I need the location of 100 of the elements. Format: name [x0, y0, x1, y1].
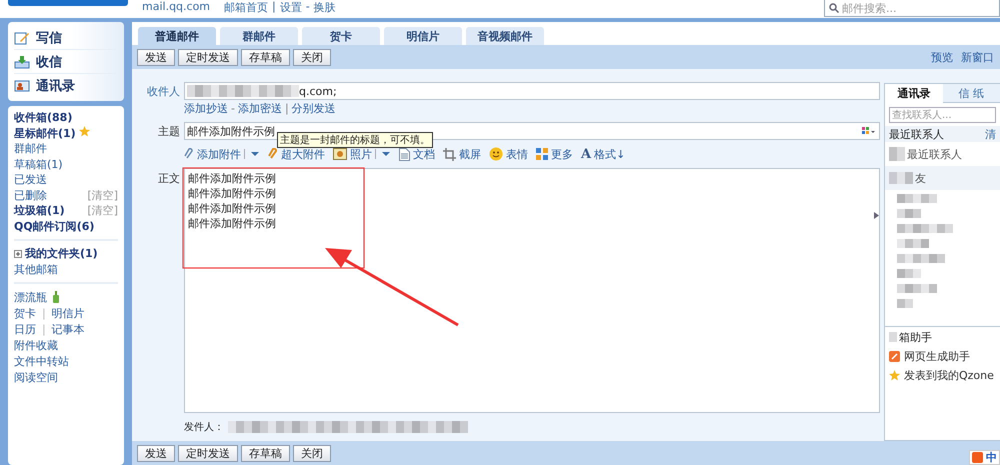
recipient-link[interactable]: 添加密送 — [238, 101, 282, 116]
editor-tool[interactable]: 截屏 — [459, 146, 481, 162]
header-link[interactable]: 设置 — [280, 0, 302, 15]
folder-item[interactable]: 其他邮箱 — [14, 262, 58, 277]
field-label: 发件人： — [184, 421, 224, 434]
toolbar-button[interactable]: 关闭 — [293, 444, 331, 462]
header-link[interactable]: | — [272, 0, 276, 15]
star-icon — [78, 126, 90, 138]
field-label: 正文 — [157, 171, 181, 187]
toolbar-link[interactable]: 预览 — [931, 50, 953, 64]
blurred-text — [897, 209, 921, 218]
recipient-link[interactable]: 添加抄送 — [184, 101, 228, 116]
compose-tab[interactable]: 群邮件 — [220, 27, 298, 45]
bottle-icon — [53, 291, 59, 303]
star-icon — [889, 370, 900, 381]
document-icon — [399, 148, 410, 160]
stationery-icon — [862, 127, 876, 135]
folder-item[interactable]: 已发送 — [14, 172, 47, 188]
expand-icon[interactable] — [14, 250, 22, 258]
compose-tab[interactable]: 明信片 — [384, 27, 462, 45]
helper-link[interactable]: 网页生成助手 — [904, 349, 970, 364]
sidebar-action[interactable]: 通讯录 — [36, 76, 75, 94]
tool-link[interactable]: 记事本 — [52, 322, 85, 336]
folder-item[interactable]: 群邮件 — [14, 141, 47, 156]
sidebar-action[interactable]: 写信 — [36, 28, 62, 46]
blurred-text — [897, 194, 937, 203]
folder-item[interactable]: 已删除 — [14, 188, 47, 203]
collapse-handle-icon[interactable] — [874, 212, 879, 219]
separator-text: | — [284, 102, 289, 115]
tool-link[interactable]: 漂流瓶 — [14, 290, 47, 304]
toolbar-button[interactable]: 存草稿 — [241, 444, 290, 462]
dropdown-icon[interactable] — [244, 149, 260, 159]
inbox-icon — [14, 54, 30, 68]
folder-item[interactable]: 垃圾箱(1) — [14, 203, 65, 218]
blurred-text — [897, 224, 953, 233]
smiley-icon — [489, 147, 503, 161]
folder-item[interactable]: 收件箱(88) — [14, 110, 72, 126]
blurred-text — [897, 239, 929, 248]
folder-item[interactable]: 草稿箱(1) — [14, 156, 63, 172]
pencil-icon — [14, 30, 30, 44]
blurred-text — [889, 332, 897, 342]
dropdown-icon[interactable] — [375, 149, 391, 159]
editor-tool[interactable]: 表情 — [506, 146, 528, 162]
ime-toolbar[interactable]: 中 — [969, 450, 1000, 465]
header-link[interactable]: 邮箱首页 — [224, 0, 268, 15]
tool-link[interactable]: 明信片 — [52, 306, 85, 320]
editor-tool[interactable]: 文档 — [413, 146, 435, 162]
folder-item[interactable]: 星标邮件(1) — [14, 126, 76, 141]
folder-item[interactable]: 我的文件夹(1) — [25, 246, 98, 262]
compose-tab[interactable]: 普通邮件 — [138, 27, 216, 45]
tool-link[interactable]: 日历 — [14, 322, 36, 336]
header-link[interactable]: - — [306, 0, 310, 15]
compose-tab[interactable]: 贺卡 — [302, 27, 380, 45]
blurred-text — [889, 172, 913, 184]
contact-card-icon — [14, 78, 30, 92]
editor-tool[interactable]: 超大附件 — [281, 146, 325, 162]
editor-tool[interactable]: 更多 — [551, 146, 573, 162]
tool-link[interactable]: 文件中转站 — [14, 354, 69, 368]
group-title: 友 — [915, 170, 926, 186]
toolbar-button[interactable]: 定时发送 — [178, 48, 238, 66]
separator-text: | — [42, 322, 46, 336]
photo-icon — [333, 148, 347, 160]
toolbar-button[interactable]: 定时发送 — [178, 444, 238, 462]
recipient-field[interactable]: q.com; — [184, 82, 880, 100]
recipient-link[interactable]: 分别发送 — [292, 101, 336, 116]
editor-tool[interactable]: 格式↓ — [594, 146, 626, 162]
toolbar-button[interactable]: 存草稿 — [241, 48, 290, 66]
panel-tab[interactable]: 信 纸 — [942, 84, 1000, 103]
folder-item[interactable]: QQ邮件订阅(6) — [14, 218, 94, 234]
toolbar-button[interactable]: 发送 — [137, 444, 175, 462]
sidebar-action[interactable]: 收信 — [36, 52, 62, 70]
blurred-text — [897, 269, 921, 278]
empty-note: 最近联系人 — [907, 146, 962, 162]
separator-text: - — [231, 102, 235, 115]
search-icon — [829, 3, 839, 13]
crop-icon — [443, 148, 456, 160]
tooltip: 主题是一封邮件的标题，可不填。 — [277, 132, 433, 148]
field-label: 主题 — [157, 124, 181, 138]
field-label: 收件人 — [146, 84, 181, 98]
toolbar-button[interactable]: 关闭 — [293, 48, 331, 66]
compose-tab[interactable]: 音视频邮件 — [466, 27, 544, 45]
body-editor[interactable]: 邮件添加附件示例 邮件添加附件示例 邮件添加附件示例 邮件添加附件示例 — [184, 168, 880, 413]
header-link[interactable]: 换肤 — [314, 0, 336, 15]
blurred-text — [889, 147, 905, 161]
paperclip-icon — [268, 148, 278, 160]
tool-link[interactable]: 附件收藏 — [14, 338, 58, 352]
paperclip-icon — [184, 148, 194, 160]
tool-link[interactable]: 阅读空间 — [14, 370, 58, 384]
clear-link[interactable]: 清 — [985, 126, 996, 142]
helper-link[interactable]: 发表到我的Qzone — [904, 368, 994, 383]
tool-link[interactable]: 贺卡 — [14, 306, 36, 320]
toolbar-link[interactable]: 新窗口 — [961, 50, 994, 64]
section-title: 箱助手 — [899, 330, 932, 344]
domain-text: mail.qq.com — [142, 0, 210, 13]
separator-text: | — [42, 306, 46, 320]
font-icon: A — [581, 146, 592, 162]
toolbar-button[interactable]: 发送 — [137, 48, 175, 66]
editor-tool[interactable]: 照片 — [350, 146, 372, 162]
blurred-text — [897, 284, 937, 293]
editor-tool[interactable]: 添加附件 — [197, 146, 241, 162]
